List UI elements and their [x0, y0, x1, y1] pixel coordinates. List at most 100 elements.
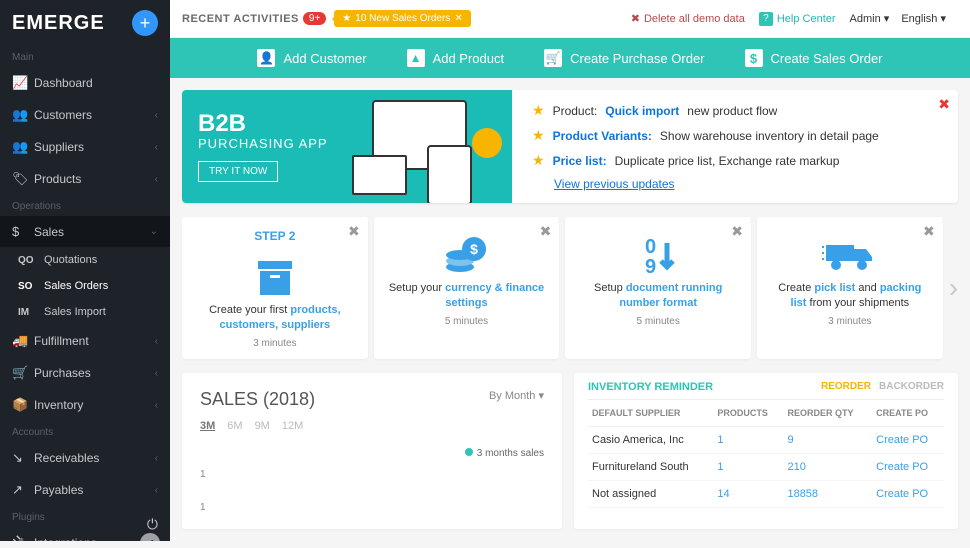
supplier-cell: Furnitureland South — [588, 453, 713, 480]
gear-icon[interactable]: ✔ — [140, 533, 160, 541]
step-duration: 5 minutes — [388, 316, 546, 327]
try-it-now-button[interactable]: TRY IT NOW — [198, 161, 278, 182]
products-cell[interactable]: 1 — [713, 453, 783, 480]
truck-icon — [771, 229, 929, 281]
close-step-button[interactable]: ✖ — [731, 223, 743, 240]
sidebar-item-customers[interactable]: 👥 Customers ‹ — [0, 99, 170, 131]
chevron-icon: ‹ — [155, 336, 158, 347]
cart-icon: 🛒 — [544, 49, 562, 67]
sidebar-item-label: Integrations — [34, 536, 97, 541]
sidebar-item-integrations[interactable]: 🔌 Integrations ✔ — [0, 527, 170, 541]
close-step-button[interactable]: ✖ — [923, 223, 935, 240]
sidebar-item-label: Purchases — [34, 366, 91, 380]
reorder-qty-cell[interactable]: 9 — [783, 426, 872, 453]
create-po-link[interactable]: Create PO — [872, 480, 944, 507]
inventory-reminder-card: INVENTORY REMINDER REORDERBACKORDER DEFA… — [574, 373, 958, 529]
add-product-button[interactable]: ▲Add Product — [407, 49, 505, 67]
action-bar: 👤Add Customer ▲Add Product 🛒Create Purch… — [170, 38, 970, 78]
sidebar-subitem-sales-orders[interactable]: SO Sales Orders — [0, 273, 170, 299]
create-sales-order-button[interactable]: $Create Sales Order — [745, 49, 883, 67]
user-dropdown[interactable]: Admin ▾ — [850, 12, 890, 25]
help-center-link[interactable]: ? Help Center — [759, 12, 836, 26]
close-icon[interactable]: ✕ — [454, 13, 462, 24]
inventory-tab-reorder[interactable]: REORDER — [821, 381, 871, 392]
topbar: RECENT ACTIVITIES 9+ ★ 10 New Sales Orde… — [170, 0, 970, 38]
step-header: STEP 2 — [196, 229, 354, 243]
range-12M[interactable]: 12M — [282, 420, 303, 432]
add-button[interactable]: + — [132, 10, 158, 36]
language-dropdown[interactable]: English ▾ — [901, 12, 946, 25]
supplier-cell: Not assigned — [588, 480, 713, 507]
sidebar-subitem-sales-import[interactable]: IM Sales Import — [0, 299, 170, 325]
help-icon: ? — [759, 12, 773, 26]
coins-icon: $ — [388, 229, 546, 281]
products-cell[interactable]: 1 — [713, 426, 783, 453]
chevron-down-icon: ▾ — [884, 13, 890, 25]
svg-text:9: 9 — [645, 256, 656, 277]
new-sales-orders-label: 10 New Sales Orders — [355, 13, 450, 24]
announcement-line: ★ Product: Quick import new product flow — [532, 102, 938, 119]
sales-period-dropdown[interactable]: By Month ▾ — [489, 389, 544, 402]
recent-activities-count[interactable]: 9+ — [303, 12, 326, 25]
step-duration: 5 minutes — [579, 316, 737, 327]
sidebar-item-sales[interactable]: $ Sales ⌄ — [0, 216, 170, 247]
sales-range-tabs: 3M 6M 9M 12M — [200, 420, 544, 432]
reorder-qty-cell[interactable]: 210 — [783, 453, 872, 480]
announcement-link[interactable]: Price list: — [553, 154, 607, 168]
setup-step-card: ✖ $ Setup your currency & finance settin… — [374, 217, 560, 359]
close-announcement-button[interactable]: ✖ — [938, 96, 950, 113]
inventory-tab-backorder[interactable]: BACKORDER — [879, 381, 944, 392]
power-icon[interactable]: ⏻ — [147, 516, 158, 533]
create-purchase-order-button[interactable]: 🛒Create Purchase Order — [544, 49, 704, 67]
new-sales-orders-badge[interactable]: ★ 10 New Sales Orders ✕ — [334, 10, 470, 27]
chart-y-axis: 1 — [200, 492, 544, 513]
sidebar-item-payables[interactable]: ↗ Payables ‹ — [0, 474, 170, 506]
sidebar-item-receivables[interactable]: ↘ Receivables ‹ — [0, 442, 170, 474]
sidebar-item-dashboard[interactable]: 📈 Dashboard — [0, 67, 170, 99]
products-cell[interactable]: 14 — [713, 480, 783, 507]
create-po-link[interactable]: Create PO — [872, 426, 944, 453]
box-icon: 📦 — [12, 397, 34, 413]
users-icon: 👥 — [12, 107, 34, 123]
delete-demo-data-link[interactable]: ✖ Delete all demo data — [631, 12, 745, 25]
chevron-icon: ‹ — [155, 485, 158, 496]
svg-text:$: $ — [470, 241, 478, 257]
close-step-button[interactable]: ✖ — [348, 223, 360, 240]
setup-step-card: ✖ STEP 2 Create your first products, cus… — [182, 217, 368, 359]
announcement-list: ★ Product: Quick import new product flow… — [512, 90, 958, 203]
range-6M[interactable]: 6M — [227, 420, 242, 432]
sidebar-item-inventory[interactable]: 📦 Inventory ‹ — [0, 389, 170, 421]
inventory-row: Casio America, Inc 1 9 Create PO — [588, 426, 944, 453]
next-step-button[interactable]: › — [949, 217, 958, 359]
setup-step-card: ✖ Create pick list and packing list from… — [757, 217, 943, 359]
range-3M[interactable]: 3M — [200, 420, 215, 432]
sidebar-section-label: Plugins — [0, 506, 170, 527]
sidebar-subitem-quotations[interactable]: QO Quotations — [0, 247, 170, 273]
create-po-link[interactable]: Create PO — [872, 453, 944, 480]
recent-activities-label: RECENT ACTIVITIES — [182, 13, 299, 25]
view-previous-updates-link[interactable]: View previous updates — [554, 177, 938, 191]
sidebar-item-products[interactable]: 🏷 Products ‹ — [0, 163, 170, 195]
sidebar-subitem-label: Sales Import — [44, 306, 106, 318]
close-icon: ✖ — [631, 12, 640, 25]
sidebar-item-suppliers[interactable]: 👥 Suppliers ‹ — [0, 131, 170, 163]
sub-code: IM — [18, 307, 44, 318]
announcement-link[interactable]: Quick import — [605, 104, 679, 118]
add-customer-button[interactable]: 👤Add Customer — [257, 49, 366, 67]
inventory-col-header: CREATE PO — [872, 400, 944, 427]
inventory-col-header: PRODUCTS — [713, 400, 783, 427]
reorder-qty-cell[interactable]: 18858 — [783, 480, 872, 507]
archive-icon — [196, 251, 354, 303]
range-9M[interactable]: 9M — [255, 420, 270, 432]
sidebar-item-purchases[interactable]: 🛒 Purchases ‹ — [0, 357, 170, 389]
sidebar: EMERGE + Main 📈 Dashboard 👥 Customers ‹ … — [0, 0, 170, 541]
sidebar-subitem-label: Quotations — [44, 254, 97, 266]
announcement-link[interactable]: Product Variants: — [553, 129, 652, 143]
close-step-button[interactable]: ✖ — [540, 223, 552, 240]
dollar-icon: $ — [12, 224, 34, 239]
truck-icon: 🚚 — [12, 333, 34, 349]
chart-icon: 📈 — [12, 75, 34, 91]
sidebar-item-fulfillment[interactable]: 🚚 Fulfillment ‹ — [0, 325, 170, 357]
sidebar-item-label: Payables — [34, 483, 83, 497]
sidebar-item-label: Suppliers — [34, 140, 84, 154]
